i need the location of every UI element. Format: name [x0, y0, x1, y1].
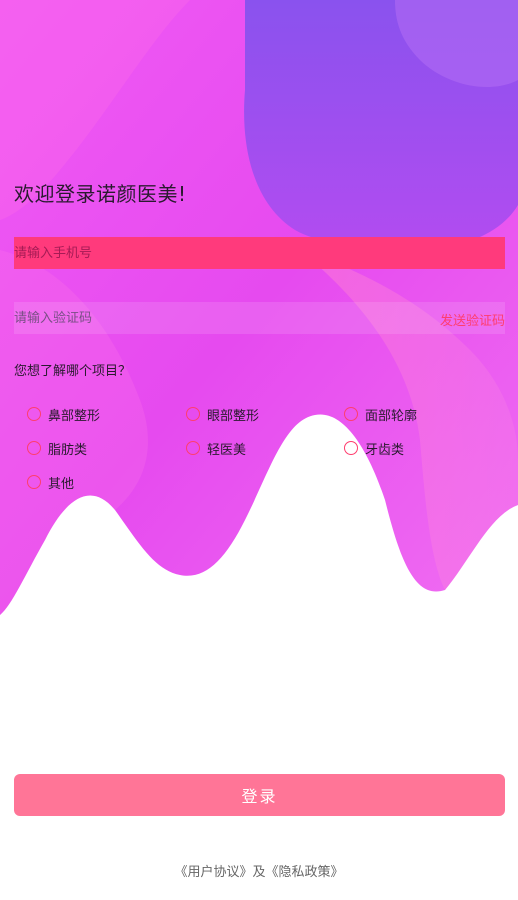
radio-circle-icon[interactable] — [186, 407, 200, 421]
option-label: 面部轮廓 — [365, 408, 418, 424]
phone-input[interactable] — [14, 237, 505, 269]
radio-circle-icon[interactable] — [27, 407, 41, 421]
privacy-policy-link[interactable]: 《隐私政策》 — [266, 865, 344, 880]
radio-circle-icon[interactable] — [344, 441, 358, 455]
verification-code-row: 发送验证码 — [14, 302, 505, 334]
login-button[interactable]: 登录 — [14, 774, 505, 816]
radio-circle-icon[interactable] — [27, 441, 41, 455]
option-label: 轻医美 — [207, 442, 247, 458]
send-code-button[interactable]: 发送验证码 — [440, 310, 505, 329]
option-label: 鼻部整形 — [48, 408, 101, 424]
option-nose-surgery[interactable]: 鼻部整形 — [27, 404, 100, 424]
option-facial-contour[interactable]: 面部轮廓 — [344, 404, 417, 424]
radio-circle-icon[interactable] — [186, 441, 200, 455]
option-eye-surgery[interactable]: 眼部整形 — [186, 404, 259, 424]
agreement-conjunction: 及 — [252, 865, 266, 880]
radio-circle-icon[interactable] — [344, 407, 358, 421]
radio-circle-icon[interactable] — [27, 475, 41, 489]
option-fat[interactable]: 脂肪类 — [27, 438, 87, 458]
agreement-links: 《用户协议》及《隐私政策》 — [0, 861, 518, 880]
option-label: 眼部整形 — [207, 408, 260, 424]
option-label: 牙齿类 — [365, 442, 405, 458]
survey-question: 您想了解哪个项目？ — [14, 364, 132, 379]
option-light-aesthetics[interactable]: 轻医美 — [186, 438, 246, 458]
option-dental[interactable]: 牙齿类 — [344, 438, 404, 458]
user-agreement-link[interactable]: 《用户协议》 — [174, 865, 252, 880]
option-label: 脂肪类 — [48, 442, 88, 458]
option-other[interactable]: 其他 — [27, 472, 74, 492]
option-label: 其他 — [48, 476, 75, 492]
page-title: 欢迎登录诺颜医美! — [14, 182, 187, 206]
verification-code-input[interactable] — [14, 302, 394, 334]
